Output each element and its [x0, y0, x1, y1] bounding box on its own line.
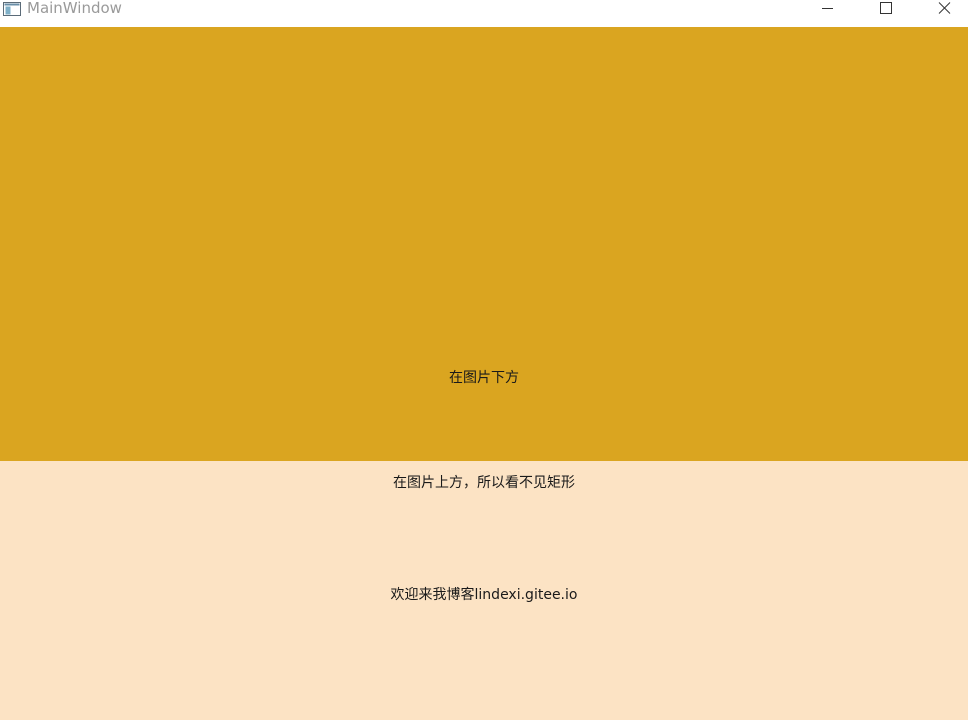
window-title: MainWindow — [27, 0, 122, 17]
maximize-icon — [880, 2, 892, 14]
close-button[interactable] — [914, 0, 968, 27]
minimize-icon — [822, 8, 833, 9]
image-rectangle — [0, 27, 968, 461]
minimize-button[interactable] — [798, 0, 856, 27]
blog-text: 欢迎来我博客lindexi.gitee.io — [390, 587, 578, 603]
text-below-image: 在图片下方 — [449, 370, 519, 386]
client-area: 在图片下方 在图片上方，所以看不见矩形 欢迎来我博客lindexi.gitee.… — [0, 27, 968, 720]
app-window-icon — [3, 1, 21, 16]
title-bar[interactable]: MainWindow — [0, 0, 968, 27]
close-icon — [938, 2, 951, 14]
text-above-image: 在图片上方，所以看不见矩形 — [393, 475, 575, 491]
maximize-button[interactable] — [856, 0, 914, 27]
main-window: MainWindow 在图片下方 在图片上方，所以看不见矩形 欢迎来我博客lin… — [0, 0, 968, 720]
